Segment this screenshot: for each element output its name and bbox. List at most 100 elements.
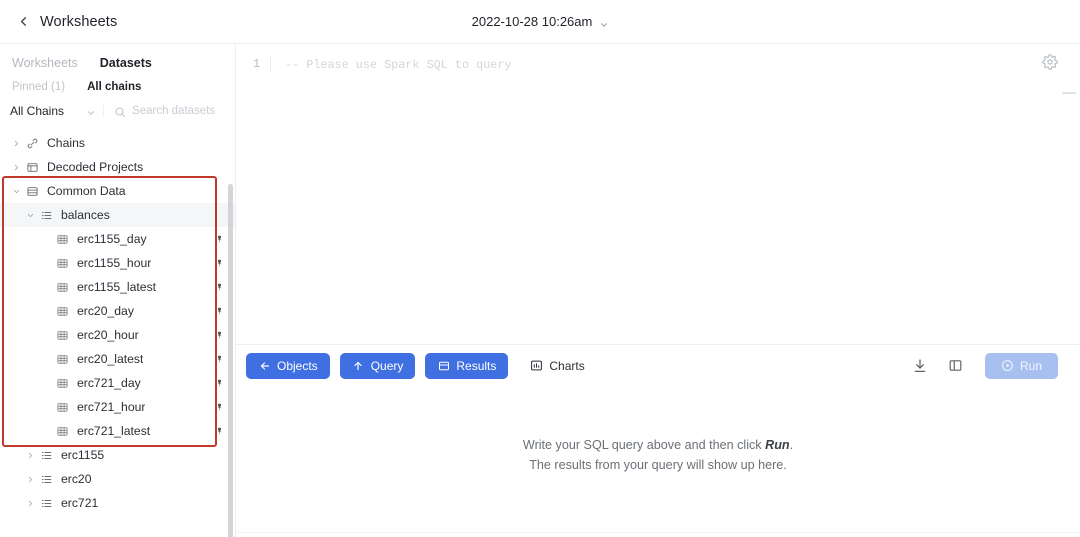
subtab-pinned[interactable]: Pinned (1) [12, 81, 65, 93]
table-icon [54, 303, 70, 319]
chevron-right-icon[interactable] [22, 475, 38, 484]
subtab-all-chains[interactable]: All chains [87, 81, 141, 93]
sidebar-scrollbar-track[interactable] [228, 184, 233, 537]
tree-item-erc20[interactable]: erc20 [0, 467, 235, 491]
results-empty-state: Write your SQL query above and then clic… [236, 386, 1080, 537]
pin-icon[interactable] [213, 377, 225, 389]
dataset-group-icon [38, 207, 54, 223]
pin-icon[interactable] [213, 353, 225, 365]
split-panel-icon[interactable] [943, 353, 969, 379]
chart-icon [530, 359, 543, 372]
dataset-group-icon [38, 447, 54, 463]
tree-item-erc721-latest[interactable]: erc721_latest [0, 419, 235, 443]
tree-item-erc1155-latest[interactable]: erc1155_latest [0, 275, 235, 299]
tree-item-erc1155[interactable]: erc1155 [0, 443, 235, 467]
editor-code-placeholder[interactable]: -- Please use Spark SQL to query [271, 52, 1080, 344]
pin-icon[interactable] [213, 401, 225, 413]
search-box[interactable] [103, 105, 225, 118]
pin-icon[interactable] [213, 233, 225, 245]
sidebar-subtabs: Pinned (1) All chains [0, 70, 235, 93]
pin-icon[interactable] [213, 425, 225, 437]
empty-state-run-emphasis: Run [765, 437, 790, 452]
chain-node-icon [24, 135, 40, 151]
editor-toolbar: Objects Query Results Charts Run [236, 344, 1080, 386]
tree-item-erc1155-hour[interactable]: erc1155_hour [0, 251, 235, 275]
objects-button[interactable]: Objects [246, 352, 330, 379]
results-button[interactable]: Results [425, 352, 509, 379]
sql-editor[interactable]: 1 -- Please use Spark SQL to query [236, 44, 1080, 344]
empty-state-line-1: Write your SQL query above and then clic… [523, 438, 793, 452]
tab-datasets[interactable]: Datasets [100, 56, 152, 70]
tree-item-label: Decoded Projects [47, 160, 144, 174]
table-icon [54, 231, 70, 247]
back-chevron-icon[interactable] [12, 11, 34, 33]
tree-item-label: erc20 [61, 472, 92, 486]
date-selector[interactable]: 2022-10-28 10:26am [472, 14, 609, 29]
empty-state-line-1-prefix: Write your SQL query above and then clic… [522, 437, 766, 452]
tree-item-label: erc1155_latest [77, 280, 157, 294]
sidebar-scrollbar-thumb[interactable] [228, 184, 233, 537]
tree-item-erc20-day[interactable]: erc20_day [0, 299, 235, 323]
gear-icon[interactable] [1042, 54, 1058, 70]
search-icon [114, 105, 126, 118]
chevron-right-icon[interactable] [8, 163, 24, 172]
common-data-icon [24, 183, 40, 199]
chevron-right-icon[interactable] [8, 139, 24, 148]
run-button-label: Run [1019, 358, 1042, 373]
search-input[interactable] [132, 105, 225, 117]
tree-item-label: balances [61, 208, 110, 222]
tree-item-label: Common Data [47, 184, 126, 198]
tree-item-erc20-hour[interactable]: erc20_hour [0, 323, 235, 347]
query-button-label: Query [370, 358, 404, 373]
collapse-handle-icon[interactable] [1062, 92, 1076, 94]
chain-filter-select[interactable]: All Chains [10, 104, 95, 118]
tab-worksheets[interactable]: Worksheets [12, 56, 78, 70]
table-icon [54, 351, 70, 367]
tree-item-label: erc721_hour [77, 400, 146, 414]
tree-item-erc20-latest[interactable]: erc20_latest [0, 347, 235, 371]
worksheets-app: Worksheets 2022-10-28 10:26am Worksheets… [0, 0, 1080, 537]
table-icon [54, 399, 70, 415]
arrow-up-icon [352, 359, 365, 372]
tree-item-label: erc1155_day [77, 232, 147, 246]
tree-item-label: erc20_day [77, 304, 134, 318]
tree-item-erc721-hour[interactable]: erc721_hour [0, 395, 235, 419]
charts-button-label: Charts [549, 358, 585, 373]
chevron-right-icon[interactable] [22, 499, 38, 508]
pin-icon[interactable] [213, 329, 225, 341]
top-bar-center: 2022-10-28 10:26am [0, 0, 1080, 43]
table-icon [54, 375, 70, 391]
tree-item-label: erc20_latest [77, 352, 144, 366]
date-text: 2022-10-28 10:26am [471, 14, 593, 29]
tree-item-decoded-projects[interactable]: Decoded Projects [0, 155, 235, 179]
pin-icon[interactable] [213, 305, 225, 317]
arrow-left-icon [258, 359, 271, 372]
tree-item-chains[interactable]: Chains [0, 131, 235, 155]
chevron-down-icon[interactable] [22, 211, 38, 220]
run-button[interactable]: Run [984, 352, 1058, 379]
editor-line-numbers: 1 [253, 58, 260, 71]
main-panel: 1 -- Please use Spark SQL to query Objec… [236, 44, 1080, 537]
tree-item-erc721[interactable]: erc721 [0, 491, 235, 515]
table-icon [54, 255, 70, 271]
download-icon[interactable] [907, 353, 933, 379]
dataset-group-icon [38, 495, 54, 511]
tree-item-label: erc1155 [61, 448, 105, 462]
top-bar: Worksheets 2022-10-28 10:26am [0, 0, 1080, 44]
pin-icon[interactable] [213, 281, 225, 293]
chevron-down-icon[interactable] [8, 187, 24, 196]
tree-item-common-data[interactable]: Common Data [0, 179, 235, 203]
body: Worksheets Datasets Pinned (1) All chain… [0, 44, 1080, 537]
tree-item-erc1155-day[interactable]: erc1155_day [0, 227, 235, 251]
tree-item-erc721-day[interactable]: erc721_day [0, 371, 235, 395]
pin-icon[interactable] [213, 257, 225, 269]
tree-item-label: Chains [47, 136, 85, 150]
query-button[interactable]: Query [339, 352, 416, 379]
chevron-right-icon[interactable] [22, 451, 38, 460]
charts-button[interactable]: Charts [518, 353, 596, 379]
sidebar-tabs: Worksheets Datasets [0, 44, 235, 70]
tree-item-label: erc20_hour [77, 328, 139, 342]
tree-item-balances[interactable]: balances [0, 203, 235, 227]
dataset-group-icon [38, 471, 54, 487]
table-icon [54, 327, 70, 343]
